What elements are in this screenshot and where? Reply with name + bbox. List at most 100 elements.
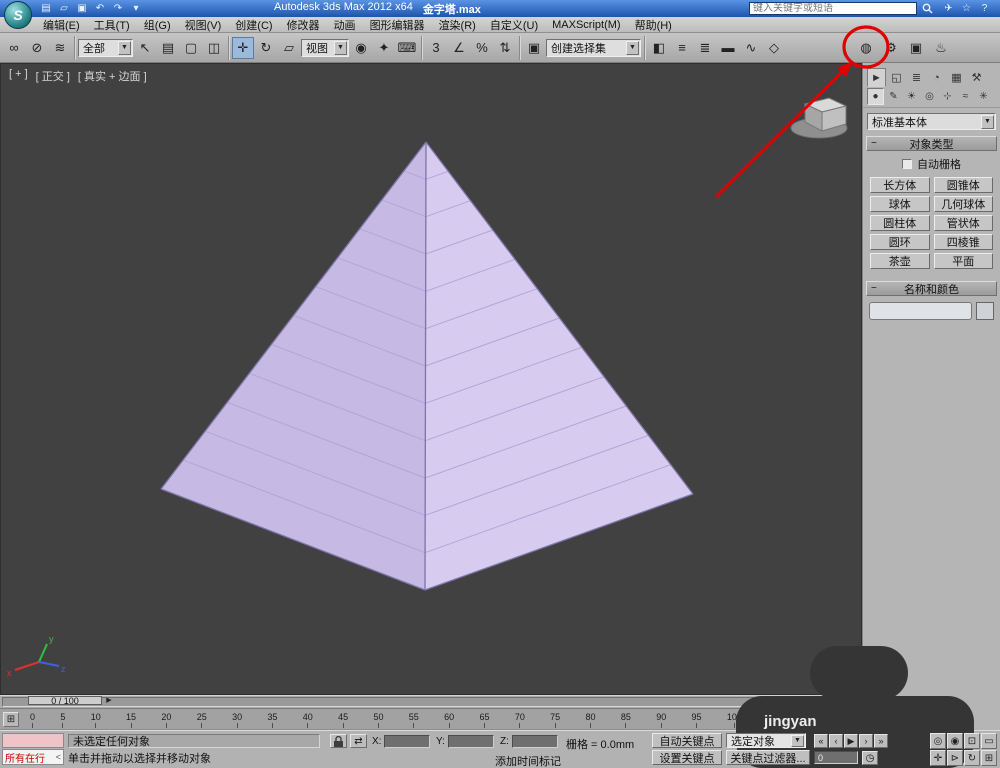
select-and-move-icon[interactable]: ✛ <box>232 37 254 59</box>
absolute-mode-toggle-icon[interactable]: ⇄ <box>350 734 367 748</box>
select-and-scale-icon[interactable]: ▱ <box>278 37 300 59</box>
zoom-all-icon[interactable]: ◉ <box>947 733 963 749</box>
help-icon[interactable]: ? <box>977 2 992 15</box>
time-slider-track[interactable] <box>2 697 858 707</box>
category-shapes-icon[interactable]: ✎ <box>885 88 902 105</box>
category-lights-icon[interactable]: ☀ <box>903 88 920 105</box>
category-helpers-icon[interactable]: ⊹ <box>939 88 956 105</box>
zoom-icon[interactable]: ◎ <box>930 733 946 749</box>
render-production-icon[interactable]: ♨ <box>930 37 952 59</box>
redo-icon[interactable]: ↷ <box>110 2 126 16</box>
tab-display[interactable]: ▦ <box>947 68 966 87</box>
go-to-start-icon[interactable]: « <box>814 734 828 748</box>
x-coordinate-field[interactable] <box>384 735 430 748</box>
maximize-viewport-icon[interactable]: ⊞ <box>981 750 997 766</box>
tab-hierarchy[interactable]: ≣ <box>907 68 926 87</box>
walk-through-icon[interactable]: ⊳ <box>947 750 963 766</box>
viewport-menu-shading[interactable]: [ 真实 + 边面 ] <box>78 68 147 84</box>
view-cube[interactable] <box>791 98 847 138</box>
maxscript-mini-listener[interactable]: 所有在行 < <box>2 749 64 765</box>
object-color-swatch[interactable] <box>976 302 994 320</box>
save-file-icon[interactable]: ▣ <box>74 2 90 16</box>
auto-key-button[interactable]: 自动关键点 <box>652 733 722 748</box>
use-pivot-point-center-icon[interactable]: ◉ <box>350 37 372 59</box>
time-slider-handle[interactable]: 0 / 100 <box>28 696 102 705</box>
select-and-link-icon[interactable]: ∞ <box>3 37 25 59</box>
reference-coordinate-system-dropdown[interactable]: 视图 ▼ <box>301 39 349 57</box>
pan-icon[interactable]: ✛ <box>930 750 946 766</box>
time-configuration-icon[interactable]: ◷ <box>862 751 878 765</box>
graphite-ribbon-toggle-icon[interactable]: ▬ <box>717 37 739 59</box>
undo-icon[interactable]: ↶ <box>92 2 108 16</box>
zoom-extents-icon[interactable]: ⊡ <box>964 733 980 749</box>
category-systems-icon[interactable]: ✳ <box>975 88 992 105</box>
select-object-icon[interactable]: ↖ <box>134 37 156 59</box>
selection-lock-icon[interactable] <box>330 734 347 748</box>
snap-toggle-3d-icon[interactable]: 3 <box>425 37 447 59</box>
play-icon[interactable]: ▶ <box>844 734 858 748</box>
tab-create[interactable]: ► <box>867 68 886 87</box>
window-crossing-icon[interactable]: ◫ <box>203 37 225 59</box>
open-file-icon[interactable]: ▱ <box>56 2 72 16</box>
tab-utilities[interactable]: ⚒ <box>967 68 986 87</box>
application-menu-button[interactable]: S <box>4 1 32 29</box>
category-cameras-icon[interactable]: ◎ <box>921 88 938 105</box>
search-icon[interactable] <box>920 2 935 15</box>
rollout-name-and-color[interactable]: − 名称和颜色 <box>866 281 997 296</box>
set-key-button[interactable]: 设置关键点 <box>652 750 722 765</box>
keyboard-shortcut-override-icon[interactable]: ⌨ <box>396 37 418 59</box>
object-name-field[interactable] <box>869 302 972 320</box>
current-frame-field[interactable]: 0 <box>814 751 858 764</box>
mini-curve-editor-icon[interactable]: ⊞ <box>3 712 19 727</box>
category-geometry-icon[interactable]: ● <box>867 88 884 105</box>
next-frame-icon[interactable]: › <box>859 734 873 748</box>
zoom-region-icon[interactable]: ▭ <box>981 733 997 749</box>
viewport-menu-pov[interactable]: [ 正交 ] <box>36 68 70 84</box>
rollout-object-type[interactable]: − 对象类型 <box>866 136 997 151</box>
primitive-category-dropdown[interactable]: 标准基本体 ▼ <box>867 113 996 130</box>
viewport[interactable]: x y z [ + ] [ 正交 ] [ 真实 + 边面 ] <box>0 63 862 695</box>
selection-filter-dropdown[interactable]: 全部 ▼ <box>78 39 133 57</box>
select-and-manipulate-icon[interactable]: ✦ <box>373 37 395 59</box>
macro-recorder-line[interactable] <box>2 733 64 748</box>
mirror-icon[interactable]: ◧ <box>648 37 670 59</box>
key-filters-button[interactable]: 关键点过滤器... <box>726 750 810 765</box>
new-scene-icon[interactable]: ▤ <box>38 2 54 16</box>
y-coordinate-field[interactable] <box>448 735 494 748</box>
schematic-view-icon[interactable]: ◇ <box>763 37 785 59</box>
spinner-snap-icon[interactable]: ⇅ <box>494 37 516 59</box>
communication-center-icon[interactable]: ✈ <box>941 2 956 15</box>
search-input[interactable] <box>749 2 917 15</box>
render-setup-icon[interactable]: ⚙ <box>880 37 902 59</box>
selection-set-dropdown[interactable]: 选定对象 ▼ <box>726 733 806 748</box>
layer-manager-icon[interactable]: ≣ <box>694 37 716 59</box>
align-icon[interactable]: ≡ <box>671 37 693 59</box>
tab-motion[interactable]: ◔ <box>927 68 946 87</box>
unlink-selection-icon[interactable]: ⊘ <box>26 37 48 59</box>
curve-editor-icon[interactable]: ∿ <box>740 37 762 59</box>
favorites-icon[interactable]: ☆ <box>959 2 974 15</box>
next-frame-nub-icon[interactable]: ▶ <box>104 696 114 705</box>
named-selection-sets-dropdown[interactable]: 创建选择集 ▼ <box>546 39 641 57</box>
go-to-end-icon[interactable]: » <box>874 734 888 748</box>
qat-flyout-icon[interactable]: ▾ <box>128 2 144 16</box>
edit-named-selection-sets-icon[interactable]: ▣ <box>523 37 545 59</box>
angle-snap-icon[interactable]: ∠ <box>448 37 470 59</box>
orbit-icon[interactable]: ↻ <box>964 750 980 766</box>
select-and-rotate-icon[interactable]: ↻ <box>255 37 277 59</box>
percent-snap-icon[interactable]: % <box>471 37 493 59</box>
z-coordinate-field[interactable] <box>512 735 558 748</box>
material-editor-icon[interactable]: ◍ <box>855 37 877 59</box>
bind-to-space-warp-icon[interactable]: ≋ <box>49 37 71 59</box>
track-bar[interactable]: ⊞ 05101520253035404550556065707580859095… <box>0 708 862 730</box>
rectangular-selection-region-icon[interactable]: ▢ <box>180 37 202 59</box>
previous-frame-icon[interactable]: ‹ <box>829 734 843 748</box>
listener-scroll-button[interactable]: < <box>56 752 61 762</box>
add-time-tag[interactable]: 添加时间标记 <box>495 753 561 768</box>
rendered-frame-window-icon[interactable]: ▣ <box>905 37 927 59</box>
autogrid-checkbox[interactable] <box>902 159 912 169</box>
category-space-warps-icon[interactable]: ≈ <box>957 88 974 105</box>
select-by-name-icon[interactable]: ▤ <box>157 37 179 59</box>
viewport-menu-general[interactable]: [ + ] <box>9 68 28 84</box>
tab-modify[interactable]: ◱ <box>887 68 906 87</box>
